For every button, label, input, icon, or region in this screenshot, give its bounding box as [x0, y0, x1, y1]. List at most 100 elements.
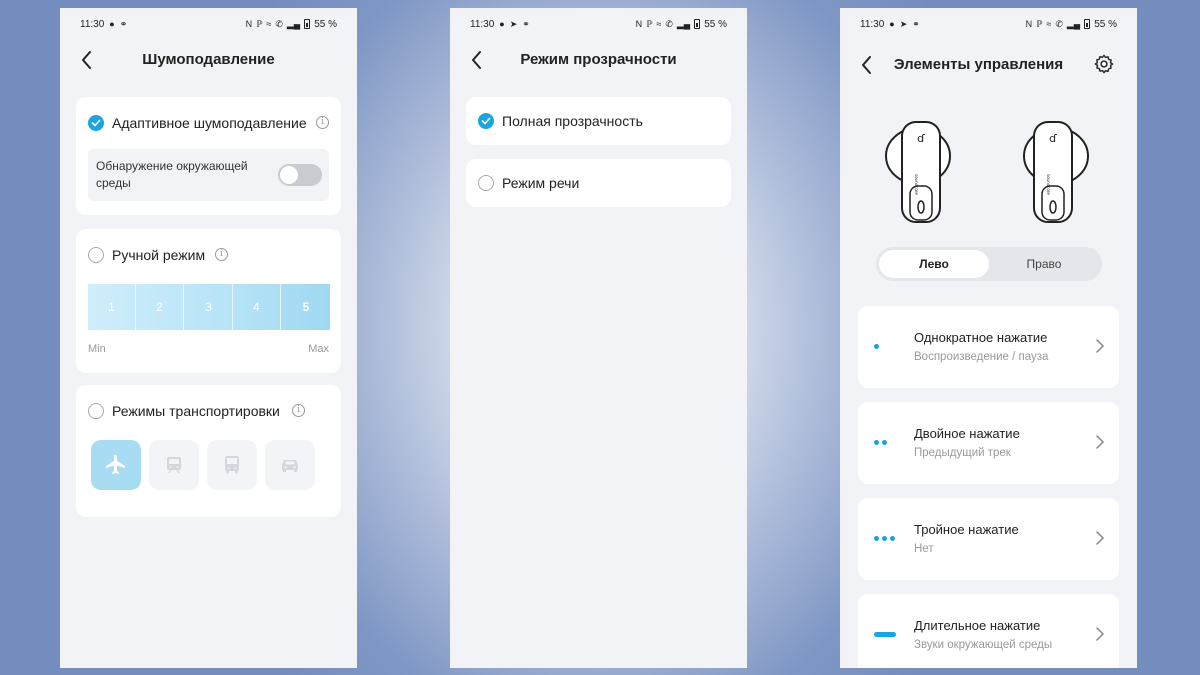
level-4[interactable]: 4	[233, 284, 281, 330]
headphones-icon: ⚭	[119, 18, 128, 29]
train-mode-button[interactable]	[149, 440, 199, 490]
battery-icon	[304, 19, 311, 29]
status-time: 11:30	[470, 18, 495, 30]
signal-icon: ▂▄	[1066, 18, 1081, 29]
airplane-mode-button[interactable]	[91, 440, 141, 490]
long-press-row[interactable]: Длительное нажатие Звуки окружающей сред…	[858, 594, 1119, 668]
adaptive-nc-label[interactable]: Адаптивное шумоподавление	[112, 115, 307, 131]
train-icon	[167, 457, 181, 474]
level-slider[interactable]: 1 2 3 4 5	[88, 284, 330, 330]
full-transparency-label: Полная прозрачность	[502, 113, 643, 129]
headphones-icon: ⚭	[522, 18, 530, 29]
telegram-icon: ➤	[509, 18, 518, 29]
page-title: Режим прозрачности	[520, 51, 677, 68]
triple-tap-dot	[890, 536, 895, 541]
long-press-indicator	[874, 632, 896, 637]
battery-level: 55 %	[704, 18, 727, 30]
left-earbud-image: ɗ soundcore	[885, 121, 951, 223]
chevron-right-icon	[1096, 531, 1105, 545]
double-tap-dot	[874, 440, 879, 445]
double-tap-dot	[882, 440, 887, 445]
manual-mode-label[interactable]: Ручной режим	[112, 247, 205, 263]
chevron-right-icon	[1096, 339, 1105, 353]
adaptive-nc-card: Адаптивное шумоподавление i Обнаружение …	[76, 97, 341, 215]
single-tap-title: Однократное нажатие	[914, 330, 1048, 345]
settings-button[interactable]	[1093, 53, 1115, 75]
speech-mode-radio[interactable]	[478, 175, 494, 191]
level-3[interactable]: 3	[185, 284, 233, 330]
manual-mode-card: Ручной режим i 1 2 3 4 5 Min Max	[76, 229, 341, 373]
nfc-icon: N	[635, 18, 643, 29]
long-press-action: Звуки окружающей среды	[914, 639, 1053, 651]
call-icon: ✆	[665, 18, 673, 29]
min-label: Min	[88, 343, 106, 355]
long-press-dash	[874, 632, 896, 637]
full-transparency-option[interactable]: Полная прозрачность	[466, 97, 731, 145]
status-bar: 11:30 ● ➤ ⚭ N ℙ ≈ ✆ ▂▄ 55 %	[840, 8, 1137, 40]
single-tap-dot	[874, 344, 879, 349]
triple-dot-indicator	[874, 536, 895, 541]
wifi-icon: ≈	[1046, 18, 1052, 29]
triple-tap-row[interactable]: Тройное нажатие Нет	[858, 498, 1119, 580]
bus-mode-button[interactable]	[207, 440, 257, 490]
env-detection-row: Обнаружение окружающей среды	[88, 149, 329, 201]
status-time: 11:30	[80, 18, 105, 30]
telegram-icon: ➤	[899, 18, 908, 29]
single-tap-row[interactable]: Однократное нажатие Воспроизведение / па…	[858, 306, 1119, 388]
call-icon: ✆	[275, 18, 283, 29]
triple-tap-title: Тройное нажатие	[914, 522, 1019, 537]
page-title: Шумоподавление	[142, 51, 275, 68]
info-icon[interactable]: i	[215, 248, 228, 261]
manual-mode-radio[interactable]	[88, 247, 104, 263]
level-1[interactable]: 1	[88, 284, 136, 330]
status-bar: 11:30 ● ⚭ N ℙ ≈ ✆ ▂▄ 55 %	[60, 8, 357, 40]
bluetooth-icon: ℙ	[1036, 18, 1043, 29]
level-5[interactable]: 5	[282, 284, 330, 330]
double-dot-indicator	[874, 440, 887, 445]
speech-mode-option[interactable]: Режим речи	[466, 159, 731, 207]
battery-level: 55 %	[314, 18, 337, 30]
single-dot-indicator	[874, 344, 879, 349]
battery-level: 55 %	[1094, 18, 1117, 30]
bus-icon	[225, 456, 239, 474]
check-icon	[91, 119, 101, 127]
triple-tap-action: Нет	[914, 543, 934, 555]
double-tap-action: Предыдущий трек	[914, 447, 1011, 459]
full-transparency-radio[interactable]	[478, 113, 494, 129]
level-2[interactable]: 2	[136, 284, 184, 330]
bluetooth-icon: ℙ	[646, 18, 653, 29]
status-time: 11:30	[860, 18, 885, 30]
tab-left[interactable]: Лево	[879, 250, 989, 278]
adaptive-nc-radio[interactable]	[88, 115, 104, 131]
transport-mode-radio[interactable]	[88, 403, 104, 419]
wifi-icon: ≈	[656, 18, 662, 29]
signal-icon: ▂▄	[676, 18, 691, 29]
info-icon[interactable]: i	[292, 404, 305, 417]
long-press-title: Длительное нажатие	[914, 618, 1041, 633]
soundcore-logo-icon: ɗ	[917, 132, 925, 145]
side-selector: Лево Право	[876, 247, 1102, 281]
speech-mode-label: Режим речи	[502, 175, 580, 191]
message-icon: ●	[109, 18, 115, 29]
call-icon: ✆	[1055, 18, 1063, 29]
brand-label-left: soundcore	[914, 174, 919, 195]
car-icon	[282, 460, 298, 472]
car-mode-button[interactable]	[265, 440, 315, 490]
battery-icon	[1084, 19, 1091, 29]
airplane-icon	[106, 455, 125, 474]
transport-mode-label[interactable]: Режимы транспортировки	[112, 403, 280, 419]
message-icon: ●	[499, 18, 505, 29]
env-detection-label: Обнаружение окружающей среды	[96, 159, 248, 190]
double-tap-row[interactable]: Двойное нажатие Предыдущий трек	[858, 402, 1119, 484]
status-bar: 11:30 ● ➤ ⚭ N ℙ ≈ ✆ ▂▄ 55 %	[450, 8, 747, 40]
info-icon[interactable]: i	[316, 116, 329, 129]
battery-icon	[694, 19, 701, 29]
tab-right[interactable]: Право	[989, 250, 1099, 278]
single-tap-action: Воспроизведение / пауза	[914, 351, 1049, 363]
env-detection-toggle[interactable]	[278, 164, 322, 186]
max-label: Max	[308, 343, 329, 355]
transport-mode-card: Режимы транспортировки i	[76, 385, 341, 517]
triple-tap-dot	[874, 536, 879, 541]
bluetooth-icon: ℙ	[256, 18, 263, 29]
gear-icon	[1094, 54, 1114, 74]
